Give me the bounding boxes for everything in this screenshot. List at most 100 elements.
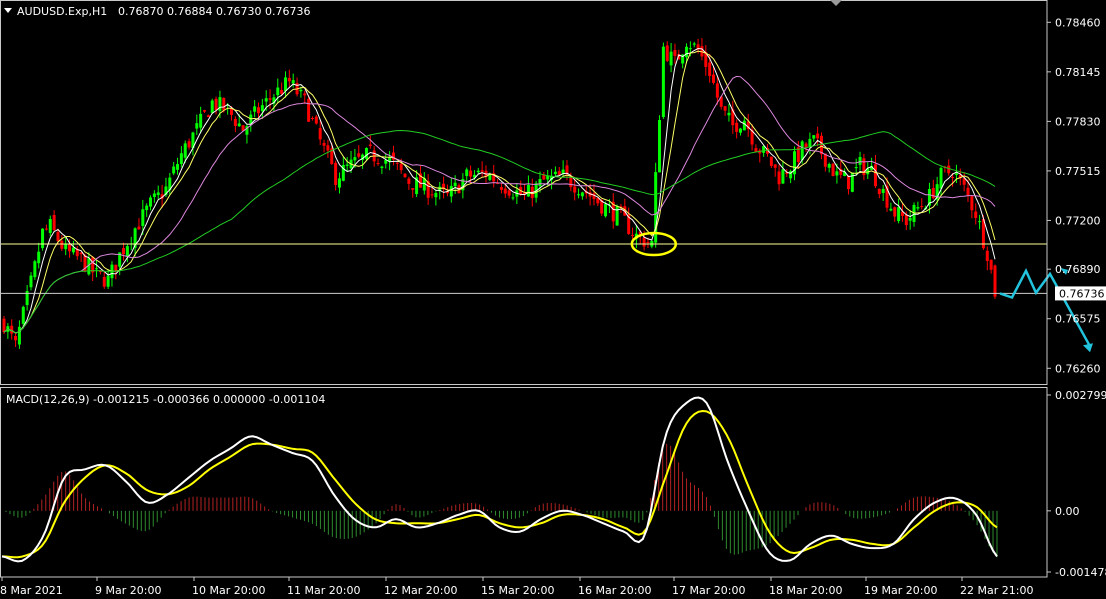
bear-candle[interactable]	[819, 135, 823, 155]
shift-marker-icon[interactable]	[830, 0, 842, 6]
bear-candle[interactable]	[665, 45, 669, 61]
bear-candle[interactable]	[322, 142, 326, 146]
bull-candle[interactable]	[553, 171, 557, 175]
bear-candle[interactable]	[326, 145, 330, 151]
bear-candle[interactable]	[206, 115, 210, 118]
bull-candle[interactable]	[939, 167, 943, 189]
bull-candle[interactable]	[195, 123, 199, 129]
bear-candle[interactable]	[395, 162, 399, 164]
bear-candle[interactable]	[631, 234, 635, 236]
bear-candle[interactable]	[503, 188, 507, 194]
bear-candle[interactable]	[904, 214, 908, 226]
bull-candle[interactable]	[64, 244, 68, 250]
macd-main-line[interactable]	[1, 396, 998, 563]
bull-candle[interactable]	[353, 157, 357, 161]
bull-candle[interactable]	[253, 106, 257, 112]
bear-candle[interactable]	[970, 196, 974, 211]
bull-candle[interactable]	[41, 228, 45, 249]
bull-candle[interactable]	[264, 98, 268, 102]
bear-candle[interactable]	[314, 116, 318, 124]
bull-candle[interactable]	[669, 51, 673, 66]
bear-candle[interactable]	[114, 264, 118, 271]
bull-candle[interactable]	[156, 192, 160, 196]
bull-candle[interactable]	[33, 261, 37, 278]
bull-candle[interactable]	[434, 192, 438, 198]
macd-signal-line[interactable]	[1, 409, 998, 559]
bull-candle[interactable]	[858, 157, 862, 165]
bull-candle[interactable]	[604, 204, 608, 217]
bull-candle[interactable]	[291, 80, 295, 84]
bull-candle[interactable]	[260, 105, 264, 112]
bull-candle[interactable]	[183, 143, 187, 158]
bear-candle[interactable]	[873, 164, 877, 187]
bear-candle[interactable]	[102, 276, 106, 287]
bull-candle[interactable]	[210, 100, 214, 113]
bull-candle[interactable]	[615, 206, 619, 226]
forecast-path[interactable]	[999, 267, 1092, 347]
bear-candle[interactable]	[831, 163, 835, 177]
bull-candle[interactable]	[808, 138, 812, 147]
bull-candle[interactable]	[912, 204, 916, 223]
bear-candle[interactable]	[989, 259, 993, 270]
bear-candle[interactable]	[56, 231, 60, 242]
bear-candle[interactable]	[947, 165, 951, 174]
bull-candle[interactable]	[17, 326, 21, 345]
bear-candle[interactable]	[137, 226, 141, 230]
bear-candle[interactable]	[233, 118, 237, 127]
bear-candle[interactable]	[920, 206, 924, 208]
bear-candle[interactable]	[407, 178, 411, 184]
bull-candle[interactable]	[152, 193, 156, 197]
bear-candle[interactable]	[122, 248, 126, 255]
bear-candle[interactable]	[307, 98, 311, 122]
bull-candle[interactable]	[561, 169, 565, 174]
bull-candle[interactable]	[337, 178, 341, 188]
bear-candle[interactable]	[723, 106, 727, 111]
bear-candle[interactable]	[777, 171, 781, 185]
bull-candle[interactable]	[176, 164, 180, 170]
bear-candle[interactable]	[376, 163, 380, 165]
bull-candle[interactable]	[476, 170, 480, 173]
bear-candle[interactable]	[368, 144, 372, 147]
bear-candle[interactable]	[357, 153, 361, 157]
bear-candle[interactable]	[334, 162, 338, 185]
bear-candle[interactable]	[708, 62, 712, 76]
bear-candle[interactable]	[203, 110, 207, 112]
bull-candle[interactable]	[661, 46, 665, 117]
bull-candle[interactable]	[881, 188, 885, 193]
bull-candle[interactable]	[37, 251, 41, 264]
bull-candle[interactable]	[916, 207, 920, 209]
bull-candle[interactable]	[577, 194, 581, 196]
bear-candle[interactable]	[592, 193, 596, 200]
bull-candle[interactable]	[237, 123, 241, 127]
bear-candle[interactable]	[646, 241, 650, 243]
bear-candle[interactable]	[573, 186, 577, 193]
bull-candle[interactable]	[453, 182, 457, 187]
bear-candle[interactable]	[931, 187, 935, 199]
bear-candle[interactable]	[430, 194, 434, 196]
bear-candle[interactable]	[816, 133, 820, 139]
bull-candle[interactable]	[449, 185, 453, 197]
bear-candle[interactable]	[318, 128, 322, 140]
bull-candle[interactable]	[978, 221, 982, 223]
bull-candle[interactable]	[800, 141, 804, 161]
bear-candle[interactable]	[187, 141, 191, 148]
bear-candle[interactable]	[44, 228, 48, 230]
bear-candle[interactable]	[569, 176, 573, 188]
bear-candle[interactable]	[310, 117, 314, 119]
bear-candle[interactable]	[715, 83, 719, 98]
chart-canvas[interactable]: 0.78460 0.78145 0.77830 0.77515 0.77200 0.768…	[0, 0, 1106, 599]
bull-candle[interactable]	[897, 207, 901, 222]
bear-candle[interactable]	[2, 318, 6, 333]
bear-candle[interactable]	[974, 211, 978, 218]
bear-candle[interactable]	[754, 148, 758, 152]
bull-candle[interactable]	[511, 197, 515, 199]
bull-candle[interactable]	[299, 89, 303, 92]
bear-candle[interactable]	[877, 188, 881, 195]
bull-candle[interactable]	[954, 173, 958, 175]
bull-candle[interactable]	[145, 205, 149, 211]
bear-candle[interactable]	[256, 107, 260, 114]
bull-candle[interactable]	[742, 120, 746, 131]
bear-candle[interactable]	[469, 170, 473, 177]
bull-candle[interactable]	[854, 167, 858, 169]
bear-candle[interactable]	[712, 74, 716, 83]
